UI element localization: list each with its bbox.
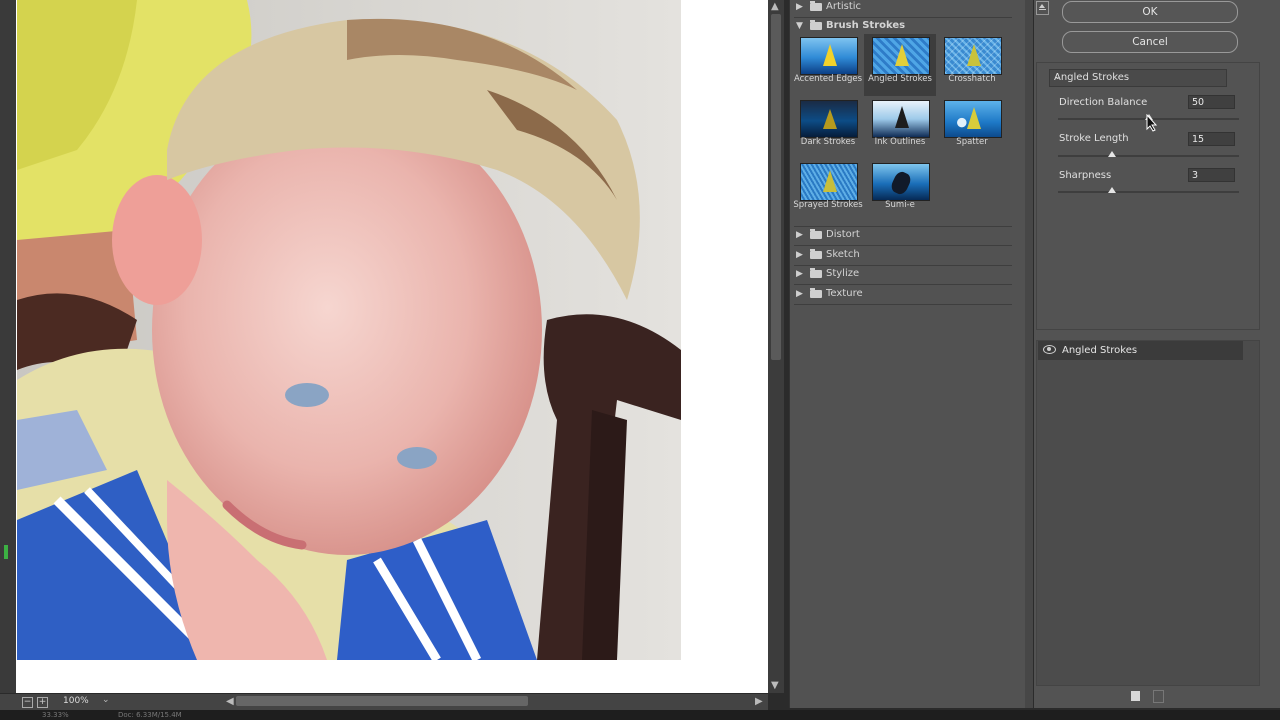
filter-thumb-spatter[interactable]: Spatter xyxy=(936,97,1008,159)
filter-thumb-angled-strokes[interactable]: Angled Strokes xyxy=(864,34,936,96)
status-strip: 33.33% Doc: 6.33M/15.4M xyxy=(0,710,1280,720)
visibility-eye-icon[interactable] xyxy=(1043,345,1056,354)
gallery-scrollbar[interactable] xyxy=(1025,0,1033,708)
folder-icon xyxy=(810,268,822,278)
vertical-scroll-thumb[interactable] xyxy=(771,14,781,360)
ok-button[interactable]: OK xyxy=(1062,1,1238,23)
category-label: Stylize xyxy=(826,268,860,279)
direction-balance-label: Direction Balance xyxy=(1059,97,1148,108)
chevron-down-icon: ⌄ xyxy=(1054,72,1062,82)
thumb-label: Ink Outlines xyxy=(874,137,926,147)
category-texture[interactable]: ▶ Texture xyxy=(790,284,1010,304)
folder-icon xyxy=(810,229,822,239)
filter-thumb-ink-outlines[interactable]: Ink Outlines xyxy=(864,97,936,159)
mouse-cursor-icon xyxy=(1146,114,1158,132)
thumb-image xyxy=(872,163,930,201)
filter-gallery-panel: ▶ Artistic ▼ Brush Strokes Accented Edge… xyxy=(789,0,1027,708)
filter-thumb-dark-strokes[interactable]: Dark Strokes xyxy=(792,97,864,159)
folder-icon xyxy=(810,1,822,11)
scroll-right-icon[interactable]: ▶ xyxy=(755,697,763,707)
scroll-up-icon[interactable]: ▲ xyxy=(771,2,779,12)
cancel-button[interactable]: Cancel xyxy=(1062,31,1238,53)
preview-photo-svg xyxy=(17,0,681,660)
category-artistic[interactable]: ▶ Artistic xyxy=(790,0,1010,17)
edge-marker xyxy=(4,545,8,559)
expand-triangle-icon[interactable]: ▶ xyxy=(796,284,803,304)
status-zoom: 33.33% xyxy=(42,711,69,719)
thumb-image xyxy=(944,37,1002,75)
folder-icon xyxy=(810,249,822,259)
category-stylize[interactable]: ▶ Stylize xyxy=(790,264,1010,284)
filter-select[interactable]: Angled Strokes ⌄ xyxy=(1049,69,1227,87)
expand-triangle-icon[interactable]: ▶ xyxy=(796,0,803,17)
folder-icon xyxy=(810,20,822,30)
expand-triangle-icon[interactable]: ▶ xyxy=(796,245,803,265)
filter-thumb-sumi-e[interactable]: Sumi-e xyxy=(864,160,936,222)
thumb-label: Angled Strokes xyxy=(868,74,932,84)
sharpness-slider[interactable] xyxy=(1058,191,1239,193)
expand-triangle-icon[interactable]: ▶ xyxy=(796,264,803,284)
thumb-label: Crosshatch xyxy=(948,74,996,84)
filter-thumb-crosshatch[interactable]: Crosshatch xyxy=(936,34,1008,96)
stroke-length-label: Stroke Length xyxy=(1059,133,1129,144)
thumb-label: Dark Strokes xyxy=(800,137,856,147)
category-label: Artistic xyxy=(826,1,862,12)
thumb-image xyxy=(800,37,858,75)
collapse-gallery-icon[interactable] xyxy=(1036,1,1049,15)
sharpness-input[interactable]: 3 xyxy=(1188,168,1235,182)
stroke-length-input[interactable]: 15 xyxy=(1188,132,1235,146)
category-brush-strokes[interactable]: ▼ Brush Strokes xyxy=(790,16,1010,36)
zoom-in-button[interactable]: + xyxy=(37,697,48,708)
thumb-label: Sprayed Strokes xyxy=(793,200,863,210)
direction-balance-input[interactable]: 50 xyxy=(1188,95,1235,109)
thumb-label: Sumi-e xyxy=(885,200,915,210)
expand-triangle-icon[interactable]: ▶ xyxy=(796,225,803,245)
thumb-image xyxy=(944,100,1002,138)
filter-thumb-sprayed-strokes[interactable]: Sprayed Strokes xyxy=(792,160,864,222)
effect-layer-label: Angled Strokes xyxy=(1062,345,1138,356)
thumb-image xyxy=(800,100,858,138)
scroll-left-icon[interactable]: ◀ xyxy=(226,697,234,707)
category-label: Sketch xyxy=(826,249,860,260)
effect-layer-row[interactable]: Angled Strokes xyxy=(1038,341,1243,360)
new-effect-layer-icon[interactable] xyxy=(1131,691,1140,701)
stroke-length-slider-knob[interactable] xyxy=(1108,151,1117,157)
category-label: Brush Strokes xyxy=(826,20,906,31)
thumb-image xyxy=(872,37,930,75)
category-sketch[interactable]: ▶ Sketch xyxy=(790,245,1010,265)
horizontal-scroll-thumb[interactable] xyxy=(236,696,528,706)
stroke-length-slider[interactable] xyxy=(1058,155,1239,157)
status-doc-info: Doc: 6.33M/15.4M xyxy=(118,711,182,719)
thumb-label: Spatter xyxy=(956,137,988,147)
delete-effect-layer-icon[interactable] xyxy=(1153,690,1164,703)
scroll-down-icon[interactable]: ▼ xyxy=(771,681,779,691)
folder-icon xyxy=(810,288,822,298)
zoom-out-button[interactable]: − xyxy=(22,697,33,708)
zoom-dropdown-chevron-icon[interactable]: ⌄ xyxy=(102,695,110,705)
thumb-image xyxy=(872,100,930,138)
category-label: Texture xyxy=(826,288,863,299)
left-panel-edge xyxy=(0,0,16,693)
collapse-triangle-icon[interactable]: ▼ xyxy=(796,16,803,36)
thumb-image xyxy=(800,163,858,201)
category-distort[interactable]: ▶ Distort xyxy=(790,225,1010,245)
preview-image xyxy=(17,0,681,660)
sharpness-slider-knob[interactable] xyxy=(1108,187,1117,193)
zoom-level[interactable]: 100% xyxy=(63,696,89,706)
category-label: Distort xyxy=(826,229,860,240)
sharpness-label: Sharpness xyxy=(1059,170,1112,181)
divider xyxy=(794,304,1012,305)
effect-layers-list xyxy=(1036,340,1260,686)
thumb-label: Accented Edges xyxy=(793,74,863,84)
filter-thumb-accented-edges[interactable]: Accented Edges xyxy=(792,34,864,96)
